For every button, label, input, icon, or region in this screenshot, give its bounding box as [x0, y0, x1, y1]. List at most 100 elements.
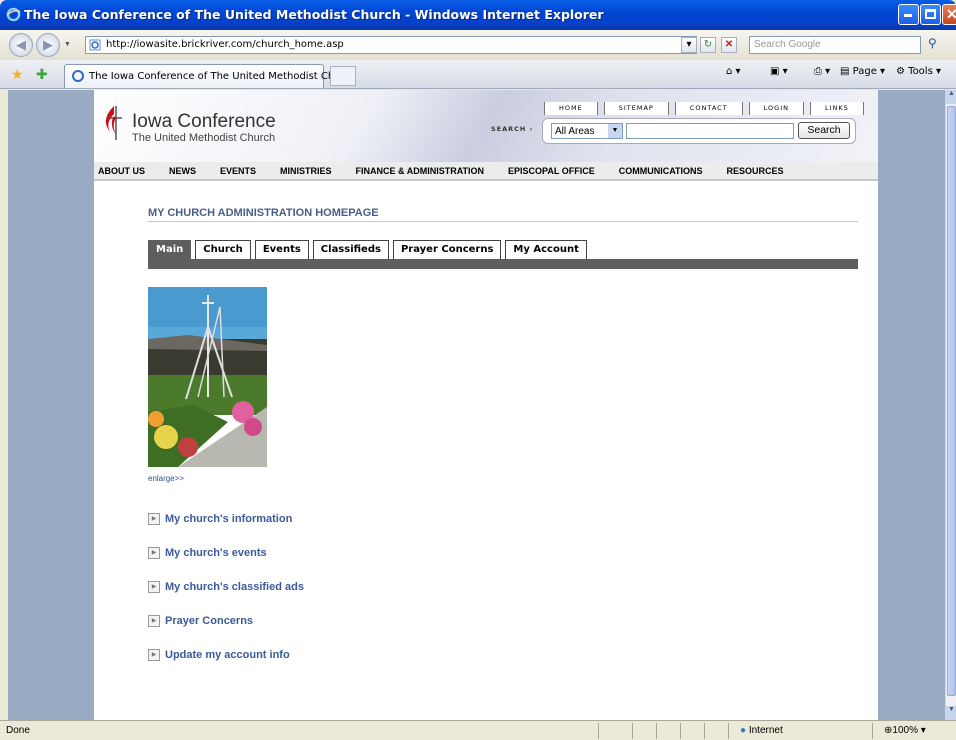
site-search-input[interactable] [626, 123, 794, 139]
link-prayer-concerns[interactable]: ▶ Prayer Concerns [148, 604, 304, 638]
browser-tab-label: The Iowa Conference of The United Method… [89, 71, 357, 82]
top-link-home[interactable]: HOME [544, 102, 598, 115]
link-church-events[interactable]: ▶ My church's events [148, 536, 304, 570]
tab-church[interactable]: Church [195, 240, 251, 259]
link-label: My church's classified ads [165, 581, 304, 593]
security-zone[interactable]: ● Internet [740, 725, 783, 736]
admin-link-list: ▶ My church's information ▶ My church's … [148, 502, 304, 672]
page-menu-label: Page [852, 66, 877, 77]
site-header: Iowa Conference The United Methodist Chu… [94, 90, 878, 162]
site-search-label: SEARCH › [491, 125, 534, 133]
vertical-scrollbar[interactable]: ▲ ▼ [945, 90, 956, 720]
minimize-button[interactable] [898, 4, 919, 25]
nav-episcopal-office[interactable]: EPISCOPAL OFFICE [508, 162, 595, 179]
stop-button[interactable]: ✕ [721, 37, 737, 53]
admin-tabs: Main Church Events Classifieds Prayer Co… [148, 240, 591, 259]
zoom-control[interactable]: ⊕100% ▾ [884, 725, 926, 736]
nav-resources[interactable]: RESOURCES [727, 162, 784, 179]
link-label: My church's information [165, 513, 293, 525]
arrow-right-icon: ▶ [148, 581, 160, 593]
search-go-icon[interactable]: ⚲ [928, 36, 937, 50]
tab-my-account[interactable]: My Account [505, 240, 587, 259]
browser-tab[interactable]: The Iowa Conference of The United Method… [64, 64, 356, 88]
ie-tab-icon [72, 70, 84, 82]
scroll-down-icon[interactable]: ▼ [946, 706, 956, 720]
status-divider [728, 723, 729, 739]
arrow-right-icon: ▶ [148, 615, 160, 627]
top-link-contact[interactable]: CONTACT [674, 102, 743, 115]
top-link-sitemap[interactable]: SITEMAP [603, 102, 669, 115]
nav-finance-administration[interactable]: FINANCE & ADMINISTRATION [356, 162, 485, 179]
window-title: The Iowa Conference of The United Method… [24, 7, 604, 22]
main-nav: ABOUT US NEWS EVENTS MINISTRIES FINANCE … [94, 162, 878, 181]
ie-page-icon [89, 39, 101, 51]
scroll-up-icon[interactable]: ▲ [946, 90, 956, 104]
tab-underline-bar [148, 259, 858, 269]
status-divider [632, 723, 633, 739]
zone-label: Internet [748, 725, 783, 736]
link-label: Update my account info [165, 649, 290, 661]
page-menu[interactable]: ▤ Page ▾ [840, 66, 885, 77]
church-photo-image [148, 287, 267, 467]
window-titlebar[interactable]: The Iowa Conference of The United Method… [0, 0, 956, 30]
search-google-placeholder: Search Google [754, 39, 821, 50]
link-church-information[interactable]: ▶ My church's information [148, 502, 304, 536]
site-brand-title: Iowa Conference [132, 111, 276, 132]
tools-menu[interactable]: ⚙ Tools ▾ [896, 66, 941, 77]
address-field[interactable]: http://iowasite.brickriver.com/church_ho… [85, 36, 697, 54]
back-button[interactable]: ◀ [9, 33, 33, 57]
nav-ministries[interactable]: MINISTRIES [280, 162, 332, 179]
arrow-right-icon: ▶ [148, 547, 160, 559]
link-label: Prayer Concerns [165, 615, 254, 627]
status-divider [598, 723, 599, 739]
tab-toolbar: ★ ✚ The Iowa Conference of The United Me… [0, 60, 956, 89]
search-google-input[interactable]: Search Google [749, 36, 921, 54]
status-divider [872, 723, 873, 739]
page-viewport: Iowa Conference The United Methodist Chu… [8, 90, 945, 720]
feeds-icon[interactable]: ▣ ▾ [770, 66, 788, 77]
add-favorites-icon[interactable]: ✚ [36, 66, 48, 83]
tab-classifieds[interactable]: Classifieds [312, 240, 389, 259]
address-toolbar: ◀ ▶ ▼ http://iowasite.brickriver.com/chu… [0, 30, 956, 60]
status-divider [680, 723, 681, 739]
top-links: HOME SITEMAP CONTACT LOGIN LINKS [544, 102, 870, 116]
tab-prayer-concerns[interactable]: Prayer Concerns [392, 240, 502, 259]
tab-events[interactable]: Events [254, 240, 309, 259]
arrow-right-icon: ▶ [148, 649, 160, 661]
recent-pages-dropdown-icon[interactable]: ▼ [64, 41, 71, 48]
link-update-account[interactable]: ▶ Update my account info [148, 638, 304, 672]
nav-news[interactable]: NEWS [169, 162, 196, 179]
scroll-thumb[interactable] [947, 106, 956, 696]
section-divider [147, 221, 858, 222]
forward-button[interactable]: ▶ [36, 33, 60, 57]
site-search-button[interactable]: Search [798, 122, 850, 139]
new-tab-button[interactable] [330, 66, 356, 86]
status-text: Done [6, 725, 30, 736]
top-link-links[interactable]: LINKS [810, 102, 864, 115]
nav-about-us[interactable]: ABOUT US [98, 162, 145, 179]
home-icon[interactable]: ⌂ ▾ [726, 66, 741, 77]
status-divider [704, 723, 705, 739]
back-arrow-icon: ◀ [16, 37, 26, 52]
print-icon[interactable]: ⎙ ▾ [814, 66, 830, 77]
enlarge-link[interactable]: enlarge>> [148, 474, 184, 483]
refresh-button[interactable]: ↻ [700, 37, 716, 53]
nav-events[interactable]: EVENTS [220, 162, 256, 179]
link-church-classified-ads[interactable]: ▶ My church's classified ads [148, 570, 304, 604]
search-scope-select[interactable]: All Areas ▼ [551, 123, 623, 139]
nav-communications[interactable]: COMMUNICATIONS [619, 162, 703, 179]
zoom-level: 100% [892, 725, 918, 736]
status-bar: Done ● Internet ⊕100% ▾ [0, 720, 956, 740]
close-button[interactable]: ✕ [942, 4, 956, 25]
maximize-button[interactable] [920, 4, 941, 25]
section-title: MY CHURCH ADMINISTRATION HOMEPAGE [148, 207, 379, 219]
favorites-star-icon[interactable]: ★ [11, 66, 24, 83]
top-link-login[interactable]: LOGIN [748, 102, 804, 115]
church-photo[interactable] [148, 287, 267, 467]
link-label: My church's events [165, 547, 267, 559]
search-scope-value: All Areas [555, 126, 595, 137]
tab-main[interactable]: Main [148, 240, 192, 259]
site-brand-subtitle: The United Methodist Church [132, 132, 276, 144]
address-dropdown-button[interactable]: ▾ [681, 37, 697, 53]
close-icon: ✕ [946, 6, 956, 22]
